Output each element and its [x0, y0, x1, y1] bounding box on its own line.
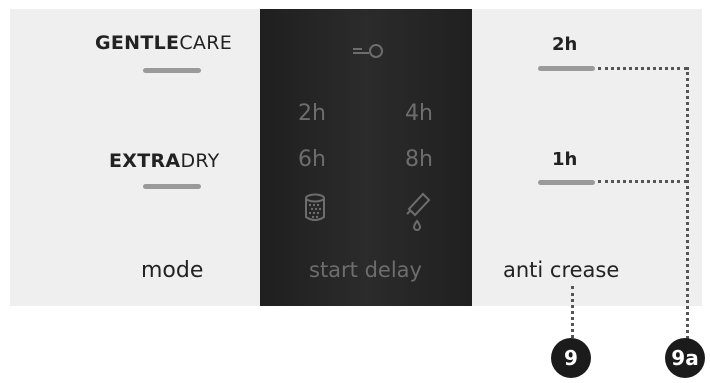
delay-2h-option[interactable]: 2h	[298, 101, 326, 126]
delay-8h-option[interactable]: 8h	[405, 147, 433, 172]
anti-crease-button-label[interactable]: anti crease	[503, 258, 619, 282]
start-delay-button-label[interactable]: start delay	[309, 258, 422, 282]
delay-4h-option[interactable]: 4h	[405, 101, 433, 126]
callout-badge-9: 9	[551, 338, 591, 378]
gentlecare-bold-text: GENTLE	[95, 32, 180, 54]
extradry-light-text: DRY	[180, 150, 220, 172]
delay-6h-option[interactable]: 6h	[298, 147, 326, 172]
gentlecare-indicator-bar[interactable]	[143, 68, 201, 73]
mode-button-label[interactable]: mode	[141, 258, 203, 283]
anti-crease-2h-indicator-bar[interactable]	[538, 66, 595, 71]
callout-badge-9a: 9a	[665, 338, 705, 378]
callout-9-leader	[571, 286, 574, 338]
anti-crease-1h-indicator-bar[interactable]	[538, 180, 595, 185]
extradry-bold-text: EXTRA	[109, 150, 181, 172]
drum-icon	[305, 193, 325, 221]
dropper-icon	[406, 192, 431, 231]
key-lock-icon	[353, 44, 383, 58]
extradry-label: EXTRADRY	[109, 150, 220, 172]
callout-9a-leader-vertical	[686, 67, 689, 339]
callout-9a-leader-bottom	[598, 180, 687, 183]
gentlecare-light-text: CARE	[179, 32, 232, 54]
anti-crease-2h-label: 2h	[552, 34, 578, 55]
gentlecare-label: GENTLECARE	[95, 32, 232, 54]
callout-9a-leader-top	[598, 67, 687, 70]
anti-crease-1h-label: 1h	[552, 149, 578, 170]
extradry-indicator-bar[interactable]	[143, 184, 201, 189]
